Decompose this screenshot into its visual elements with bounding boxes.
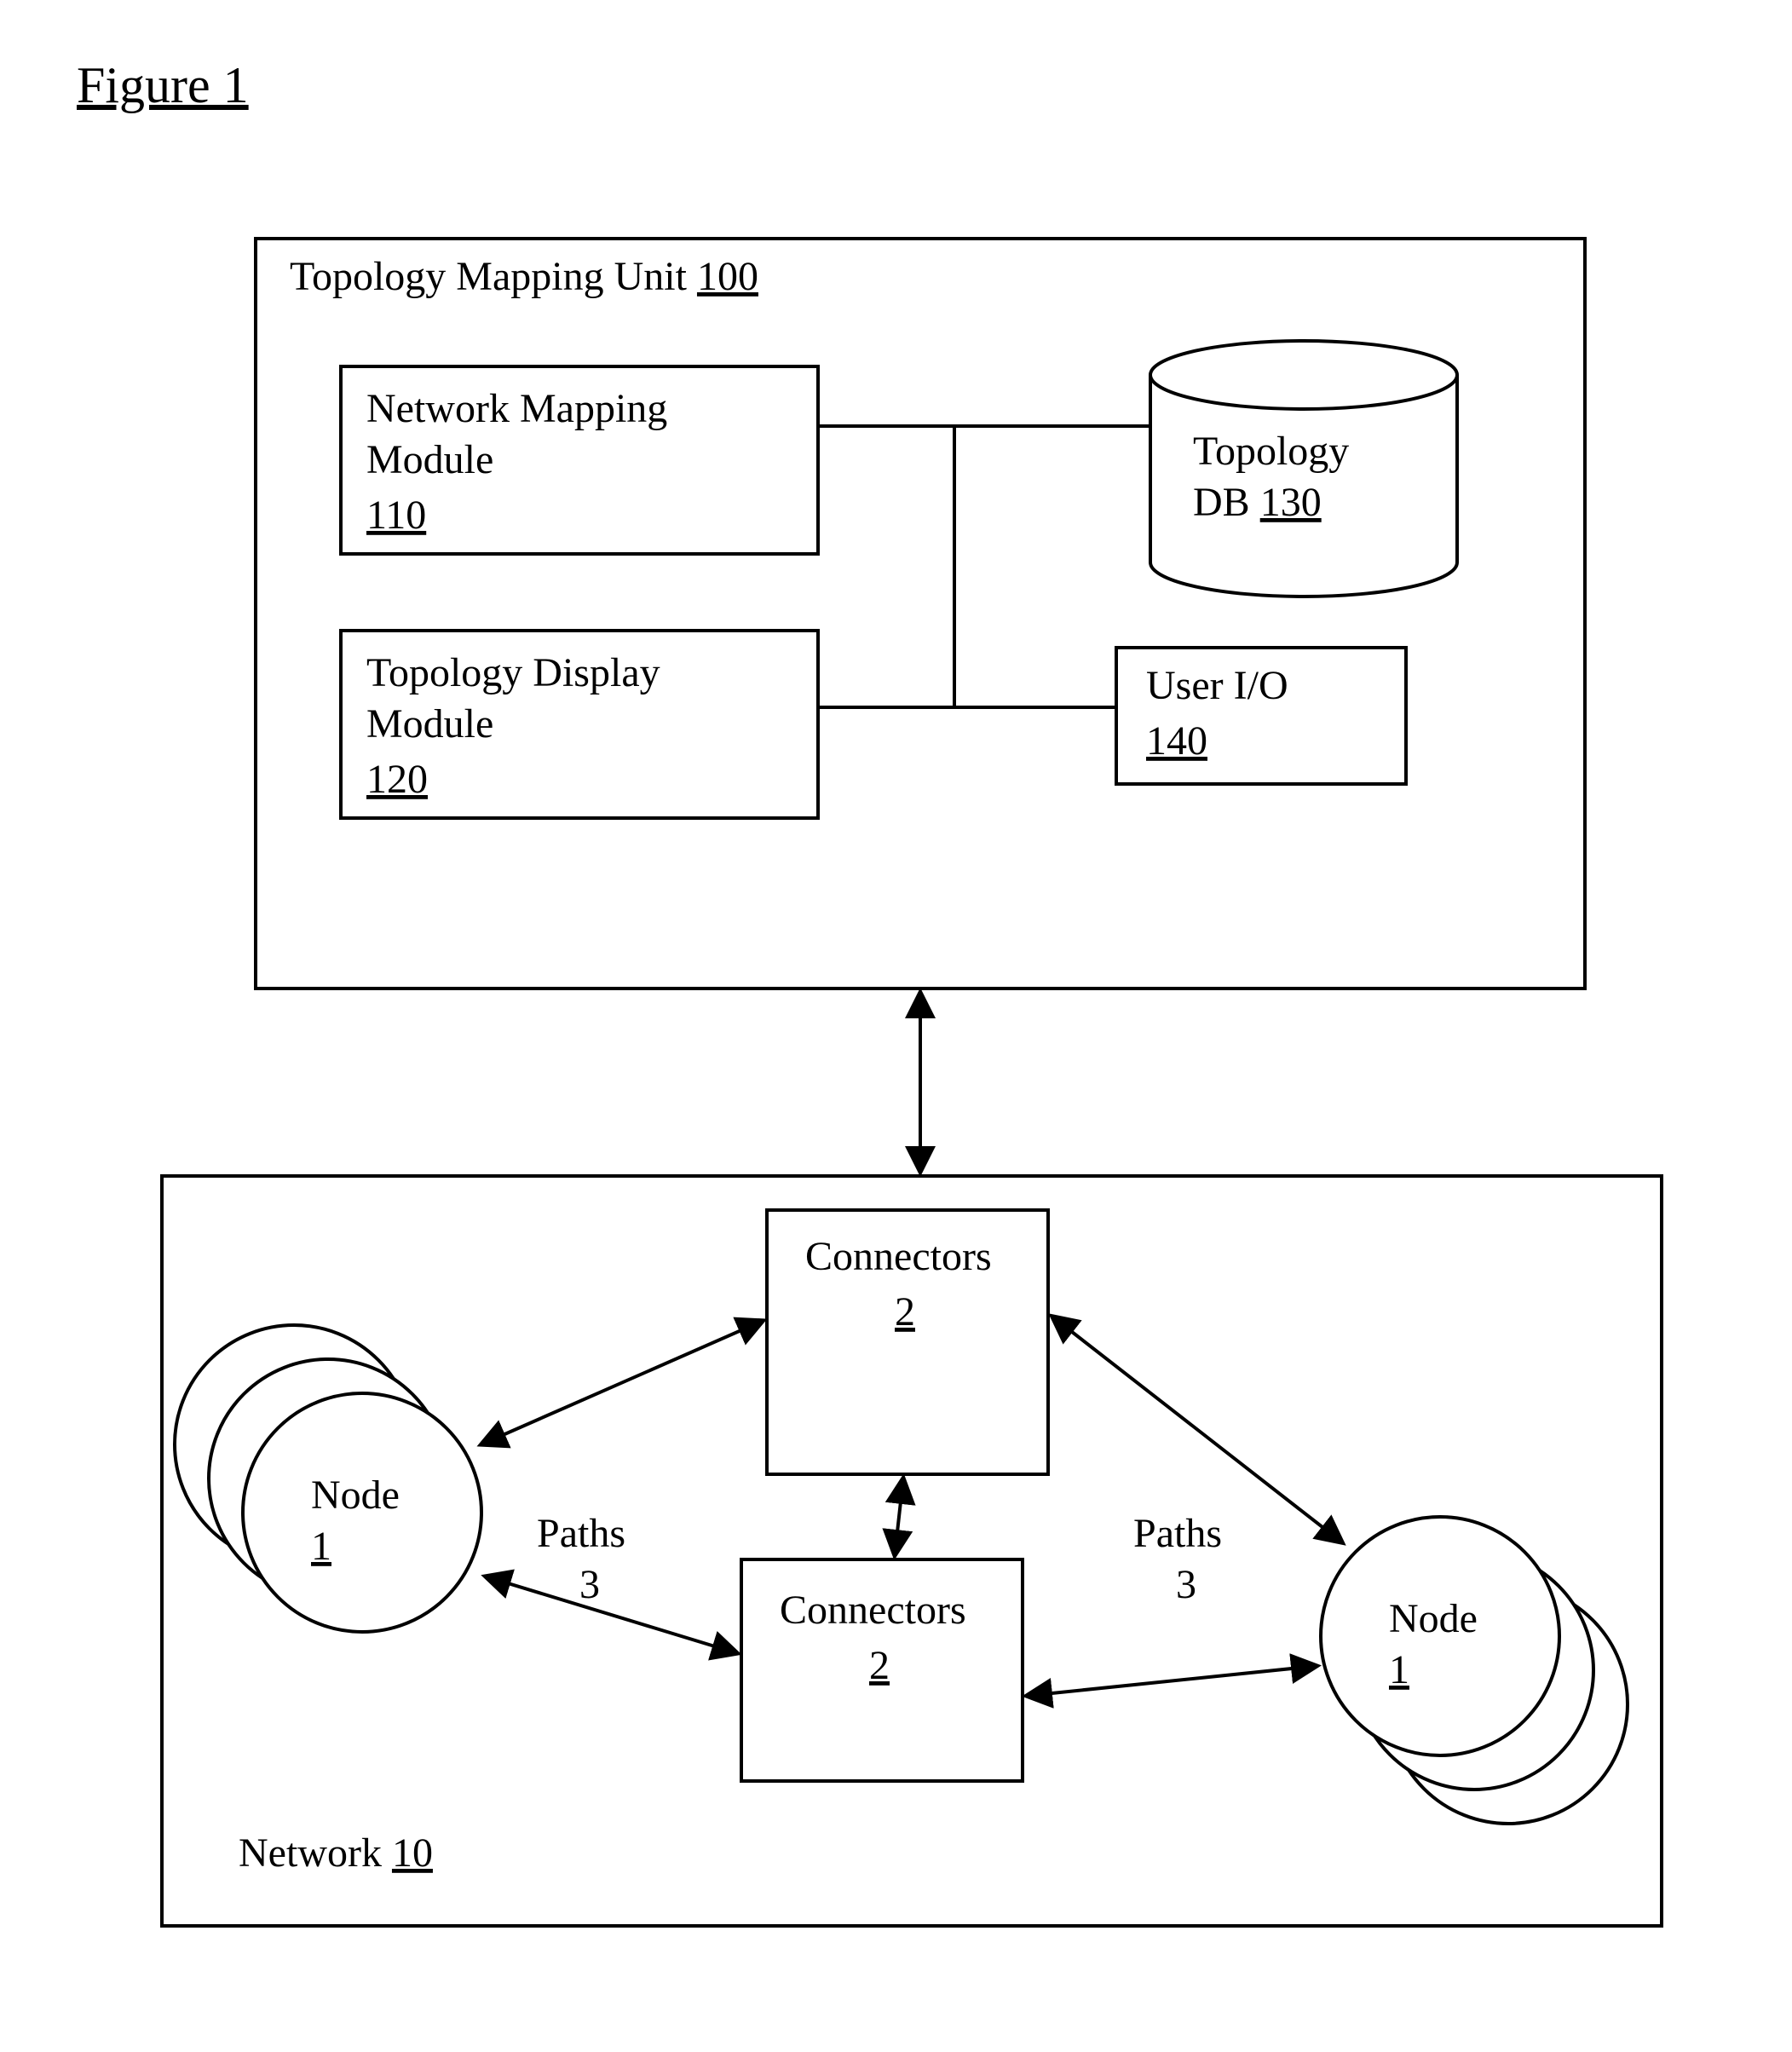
svg-text:120: 120 [366, 757, 428, 802]
figure-title: Figure 1 [77, 57, 249, 113]
svg-text:Connectors: Connectors [805, 1234, 992, 1279]
svg-text:3: 3 [579, 1562, 600, 1607]
topology-db: Topology DB 130 [1150, 341, 1457, 597]
svg-text:1: 1 [1389, 1647, 1409, 1692]
svg-text:Node: Node [311, 1473, 400, 1518]
svg-text:Topology: Topology [1193, 429, 1349, 474]
svg-text:Module: Module [366, 437, 493, 482]
svg-text:Paths: Paths [1133, 1511, 1222, 1556]
topology-display-module: Topology Display Module 120 [341, 631, 818, 818]
connectors-top: Connectors 2 [767, 1210, 1048, 1474]
network-title: Network 10 [239, 1830, 433, 1876]
svg-text:Module: Module [366, 701, 493, 746]
svg-text:2: 2 [895, 1289, 915, 1334]
svg-text:Network Mapping: Network Mapping [366, 386, 667, 431]
svg-text:1: 1 [311, 1524, 331, 1569]
svg-text:Node: Node [1389, 1596, 1478, 1641]
svg-text:Topology Display: Topology Display [366, 650, 660, 695]
network-mapping-module: Network Mapping Module 110 [341, 366, 818, 554]
connectors-bottom: Connectors 2 [741, 1559, 1023, 1781]
topology-mapping-unit: Topology Mapping Unit 100 Network Mappin… [256, 239, 1585, 989]
user-io: User I/O 140 [1116, 648, 1406, 784]
svg-text:110: 110 [366, 493, 426, 538]
svg-text:3: 3 [1176, 1562, 1196, 1607]
svg-text:DB 130: DB 130 [1193, 480, 1322, 525]
svg-text:User I/O: User I/O [1146, 663, 1288, 708]
network-container: طلبت Node 1 Node 1 Connectors 2 Connecto… [162, 1176, 1662, 1926]
svg-text:140: 140 [1146, 718, 1207, 764]
svg-text:Connectors: Connectors [780, 1588, 966, 1633]
svg-text:2: 2 [869, 1643, 890, 1688]
topology-unit-title: Topology Mapping Unit 100 [290, 254, 758, 299]
svg-text:Paths: Paths [537, 1511, 625, 1556]
